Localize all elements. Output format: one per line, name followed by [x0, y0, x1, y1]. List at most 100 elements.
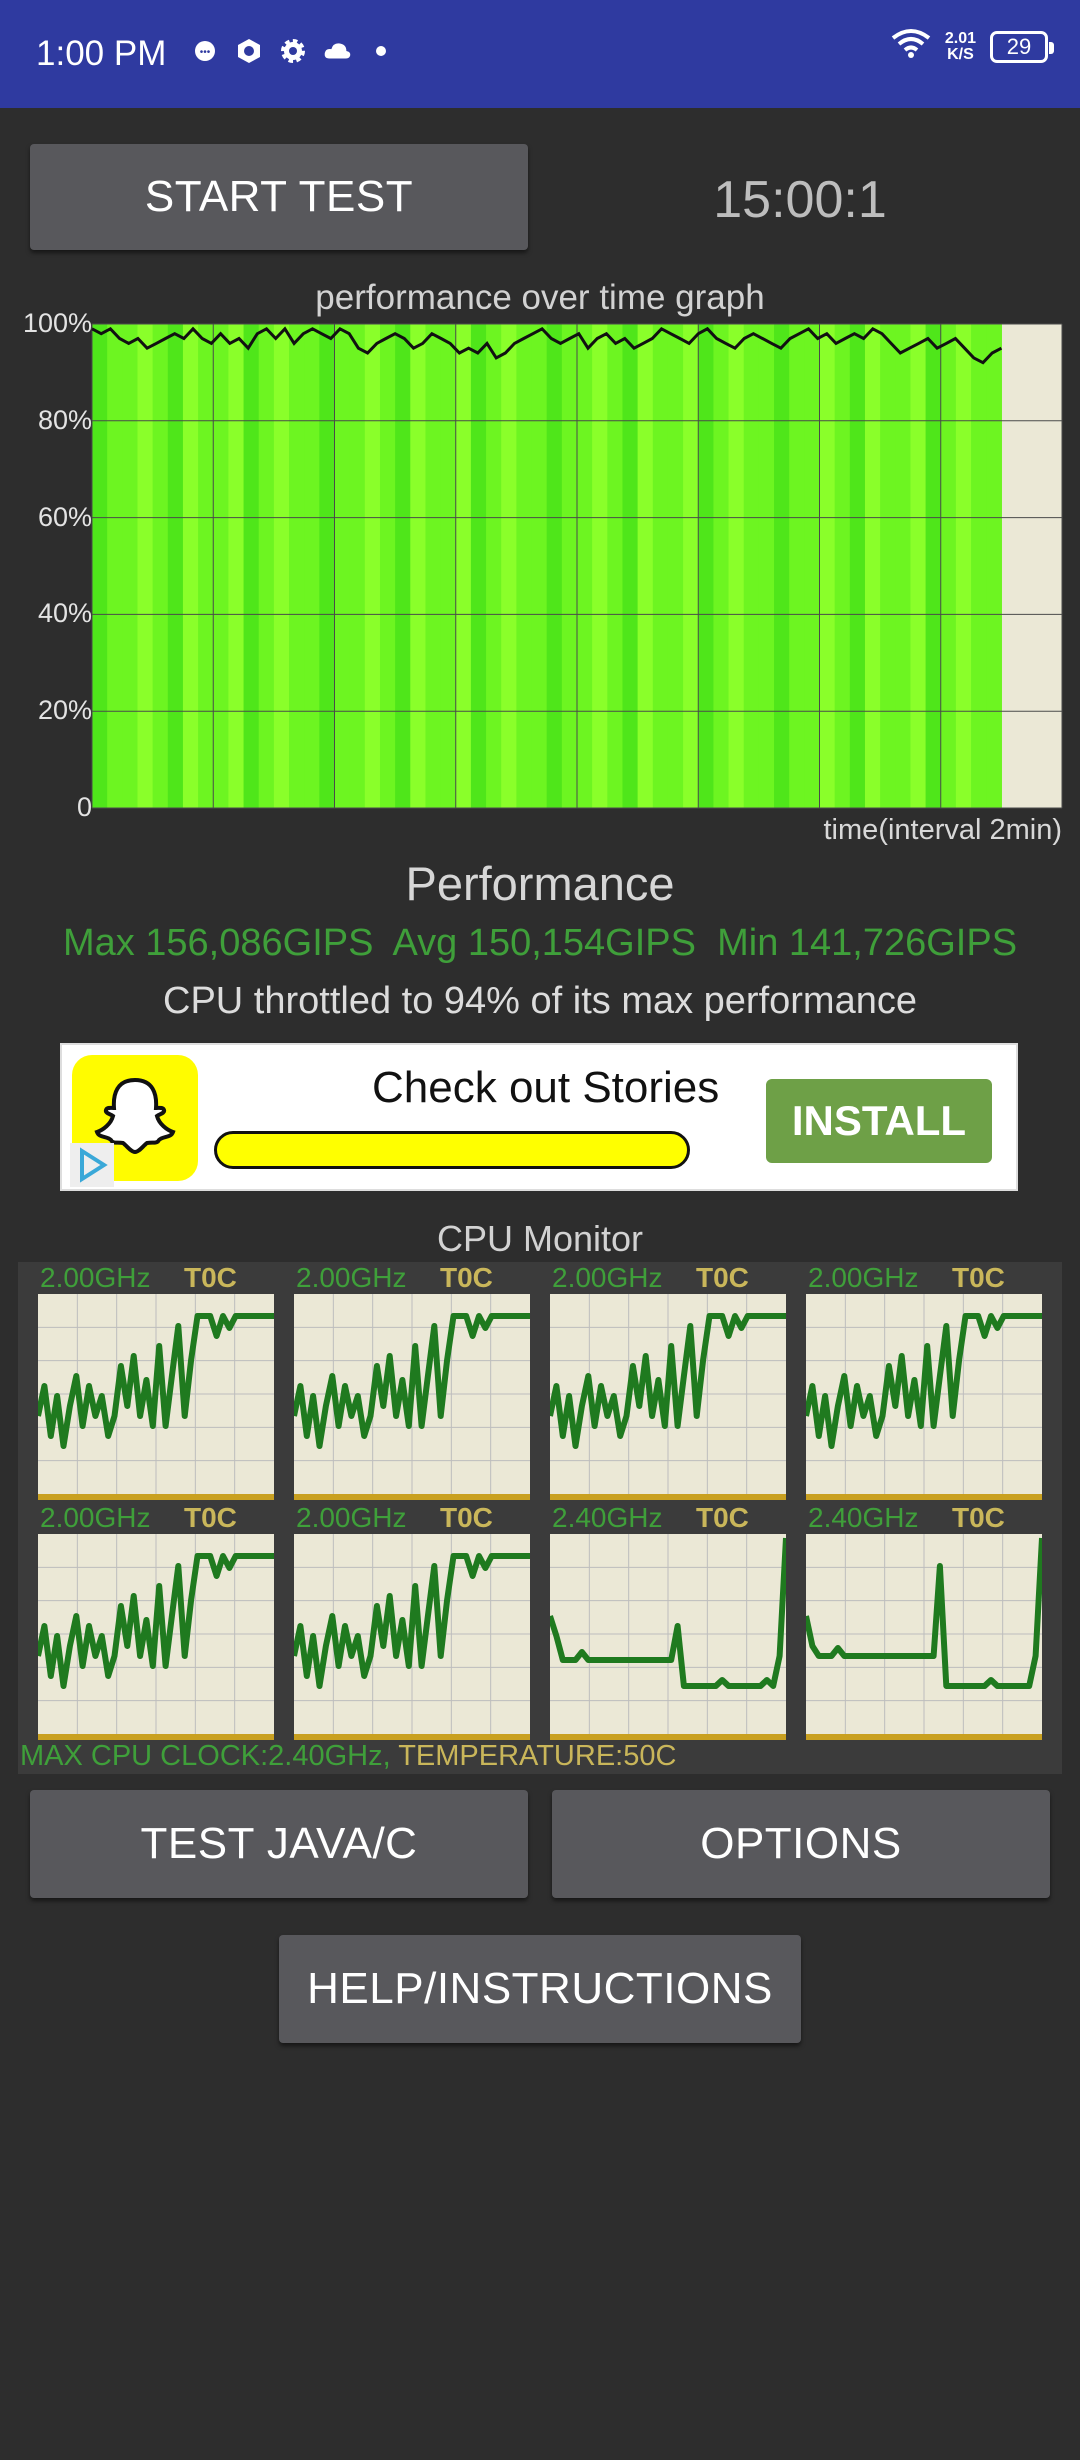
core-frequency: 2.00GHz [296, 1262, 407, 1293]
help-instructions-button[interactable]: HELP/INSTRUCTIONS [279, 1935, 801, 2043]
performance-chart [91, 323, 1063, 809]
area-fill [152, 324, 169, 808]
area-fill [486, 324, 502, 808]
area-fill [864, 324, 881, 808]
options-button[interactable]: OPTIONS [552, 1790, 1050, 1898]
area-fill [410, 324, 427, 808]
area-fill [971, 324, 987, 808]
core-temperature: T0C [440, 1262, 493, 1293]
area-fill [440, 324, 457, 808]
cpu-core-2: 2.00GHz T0C [550, 1262, 786, 1502]
area-fill [92, 324, 108, 808]
area-fill [137, 324, 154, 808]
test-timer: 15:00:1 [713, 171, 887, 229]
y-tick-label: 40% [37, 598, 92, 629]
area-fill [364, 324, 381, 808]
area-fill [910, 324, 927, 808]
area-fill [243, 324, 260, 808]
cpu-core-3: 2.00GHz T0C [806, 1262, 1042, 1502]
shield-icon [234, 36, 264, 66]
cloud-icon [322, 36, 352, 66]
core-graph [806, 1294, 1042, 1500]
dot-icon [366, 36, 396, 66]
ad-headline[interactable]: Check out Stories [372, 1063, 719, 1113]
core-frequency: 2.00GHz [40, 1502, 151, 1533]
area-fill [667, 324, 684, 808]
core-graph [806, 1534, 1042, 1740]
area-fill [425, 324, 442, 808]
y-tick-label: 20% [37, 695, 92, 726]
core-graph [550, 1534, 786, 1740]
network-speed: 2.01 K/S [944, 29, 976, 63]
ad-banner[interactable]: Check out Stories INSTALL [60, 1043, 1018, 1191]
cpu-core-1: 2.00GHz T0C [294, 1262, 530, 1502]
cpu-core-5: 2.00GHz T0C [294, 1502, 530, 1742]
cpu-monitor-panel: 2.00GHz T0C 2.00GHz T0C 2.00GHz T0C 2.00… [18, 1262, 1062, 1774]
area-fill [349, 324, 366, 808]
area-fill [774, 324, 790, 808]
ad-choices-icon[interactable] [70, 1143, 114, 1187]
area-fill [531, 324, 548, 808]
area-fill [728, 324, 745, 808]
cpu-core-4: 2.00GHz T0C [38, 1502, 274, 1742]
area-fill [925, 324, 942, 808]
core-graph [38, 1294, 274, 1500]
core-temperature: T0C [952, 1262, 1005, 1293]
performance-stats: Max 156,086GIPS Avg 150,154GIPS Min 141,… [62, 922, 1018, 964]
core-temperature: T0C [952, 1502, 1005, 1533]
area-fill [698, 324, 715, 808]
core-frequency: 2.00GHz [552, 1262, 663, 1293]
area-fill [683, 324, 699, 808]
y-tick-label: 100% [22, 308, 92, 338]
performance-graph [0, 300, 1080, 860]
core-frequency: 2.40GHz [808, 1502, 919, 1533]
area-fill [592, 324, 608, 808]
wifi-icon [891, 28, 931, 65]
core-frequency: 2.00GHz [296, 1502, 407, 1533]
area-fill [940, 324, 957, 808]
start-test-button[interactable]: START TEST [30, 144, 528, 250]
area-fill [182, 324, 199, 808]
area-fill [789, 324, 805, 808]
area-fill [167, 324, 184, 808]
area-fill [834, 324, 851, 808]
status-bar: 1:00 PM ••• 2.01 K/S 29 [0, 0, 1080, 108]
area-fill [713, 324, 730, 808]
area-fill [637, 324, 654, 808]
area-fill [986, 324, 1002, 808]
signal-dots-icon: ••• [190, 36, 220, 66]
area-fill [228, 324, 245, 808]
performance-title: Performance [405, 857, 675, 910]
ad-progress-bar [214, 1131, 690, 1169]
core-graph [38, 1534, 274, 1740]
area-fill [880, 324, 896, 808]
area-fill [122, 324, 139, 808]
area-fill [819, 324, 836, 808]
y-tick-label: 0 [76, 792, 92, 822]
area-fill [258, 324, 275, 808]
install-button[interactable]: INSTALL [766, 1079, 992, 1163]
core-temperature: T0C [440, 1502, 493, 1533]
battery-icon: 29 [990, 30, 1054, 63]
svg-text:•••: ••• [200, 47, 211, 58]
y-tick-label: 80% [37, 404, 92, 435]
area-fill [561, 324, 578, 808]
cpu-core-7: 2.40GHz T0C [806, 1502, 1042, 1742]
core-temperature: T0C [696, 1262, 749, 1293]
core-baseline [38, 1494, 274, 1500]
area-fill [395, 324, 411, 808]
core-frequency: 2.40GHz [552, 1502, 663, 1533]
core-temperature: T0C [184, 1262, 237, 1293]
test-java-c-button[interactable]: TEST JAVA/C [30, 1790, 528, 1898]
y-tick-label: 60% [37, 501, 92, 532]
area-fill [213, 324, 230, 808]
area-fill [198, 324, 214, 808]
area-fill [546, 324, 563, 808]
cpu-core-6: 2.40GHz T0C [550, 1502, 786, 1742]
cpu-monitor-title: CPU Monitor [436, 1218, 644, 1259]
core-baseline [806, 1494, 1042, 1500]
core-graph [550, 1294, 786, 1500]
area-fill [743, 324, 760, 808]
core-frequency: 2.00GHz [40, 1262, 151, 1293]
core-graph [294, 1294, 530, 1500]
